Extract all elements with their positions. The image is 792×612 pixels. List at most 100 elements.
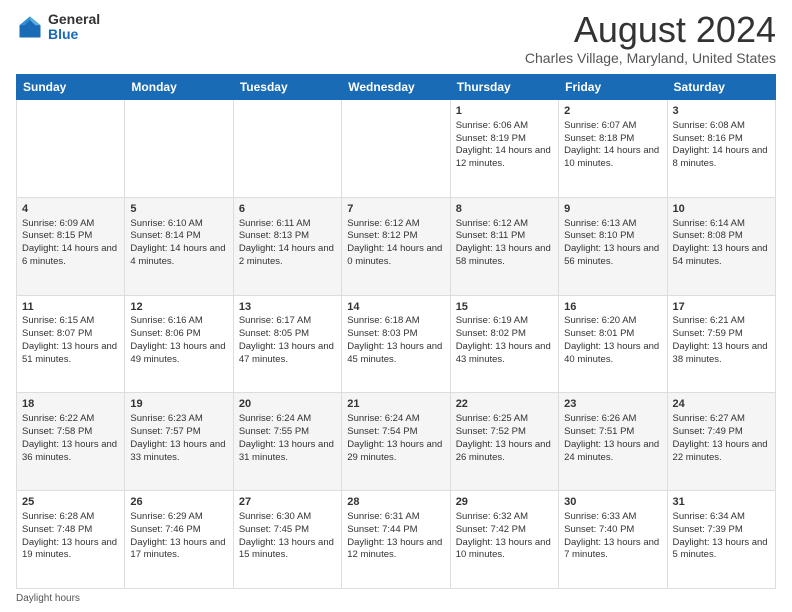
day-info: Sunset: 7:51 PM	[564, 426, 661, 439]
day-info: Daylight: 13 hours and 10 minutes.	[456, 537, 553, 563]
calendar-cell: 12Sunrise: 6:16 AMSunset: 8:06 PMDayligh…	[125, 295, 233, 393]
day-info: Sunrise: 6:18 AM	[347, 315, 444, 328]
day-info: Daylight: 13 hours and 56 minutes.	[564, 243, 661, 269]
footer-note: Daylight hours	[16, 593, 776, 604]
day-info: Daylight: 13 hours and 54 minutes.	[673, 243, 770, 269]
day-info: Sunset: 7:45 PM	[239, 524, 336, 537]
day-info: Sunset: 8:15 PM	[22, 230, 119, 243]
day-info: Sunset: 7:55 PM	[239, 426, 336, 439]
calendar-header-row: SundayMondayTuesdayWednesdayThursdayFrid…	[17, 75, 776, 100]
calendar-cell	[17, 100, 125, 198]
day-number: 1	[456, 104, 553, 119]
day-info: Daylight: 13 hours and 36 minutes.	[22, 439, 119, 465]
calendar-day-header: Thursday	[450, 75, 558, 100]
day-info: Sunrise: 6:32 AM	[456, 511, 553, 524]
day-info: Daylight: 13 hours and 26 minutes.	[456, 439, 553, 465]
day-info: Daylight: 14 hours and 8 minutes.	[673, 145, 770, 171]
calendar-cell: 14Sunrise: 6:18 AMSunset: 8:03 PMDayligh…	[342, 295, 450, 393]
day-info: Daylight: 13 hours and 29 minutes.	[347, 439, 444, 465]
calendar-cell: 3Sunrise: 6:08 AMSunset: 8:16 PMDaylight…	[667, 100, 775, 198]
day-number: 18	[22, 397, 119, 412]
day-info: Sunset: 8:19 PM	[456, 133, 553, 146]
day-info: Daylight: 13 hours and 38 minutes.	[673, 341, 770, 367]
day-number: 26	[130, 495, 227, 510]
day-info: Sunset: 7:59 PM	[673, 328, 770, 341]
calendar-cell: 5Sunrise: 6:10 AMSunset: 8:14 PMDaylight…	[125, 197, 233, 295]
calendar-cell: 23Sunrise: 6:26 AMSunset: 7:51 PMDayligh…	[559, 393, 667, 491]
calendar-cell: 18Sunrise: 6:22 AMSunset: 7:58 PMDayligh…	[17, 393, 125, 491]
day-info: Sunrise: 6:26 AM	[564, 413, 661, 426]
calendar-day-header: Friday	[559, 75, 667, 100]
day-info: Sunrise: 6:11 AM	[239, 218, 336, 231]
day-number: 4	[22, 202, 119, 217]
day-info: Sunrise: 6:30 AM	[239, 511, 336, 524]
day-info: Sunset: 8:01 PM	[564, 328, 661, 341]
day-number: 23	[564, 397, 661, 412]
day-info: Sunrise: 6:19 AM	[456, 315, 553, 328]
day-info: Daylight: 13 hours and 45 minutes.	[347, 341, 444, 367]
day-number: 14	[347, 300, 444, 315]
month-title: August 2024	[525, 12, 776, 48]
calendar-cell: 8Sunrise: 6:12 AMSunset: 8:11 PMDaylight…	[450, 197, 558, 295]
day-info: Daylight: 14 hours and 6 minutes.	[22, 243, 119, 269]
day-info: Sunrise: 6:06 AM	[456, 120, 553, 133]
day-number: 21	[347, 397, 444, 412]
day-info: Daylight: 13 hours and 22 minutes.	[673, 439, 770, 465]
calendar-week-row: 1Sunrise: 6:06 AMSunset: 8:19 PMDaylight…	[17, 100, 776, 198]
day-info: Daylight: 13 hours and 43 minutes.	[456, 341, 553, 367]
calendar-cell: 31Sunrise: 6:34 AMSunset: 7:39 PMDayligh…	[667, 491, 775, 589]
day-info: Sunset: 8:02 PM	[456, 328, 553, 341]
day-number: 5	[130, 202, 227, 217]
day-info: Daylight: 13 hours and 5 minutes.	[673, 537, 770, 563]
day-number: 17	[673, 300, 770, 315]
day-info: Daylight: 13 hours and 7 minutes.	[564, 537, 661, 563]
day-info: Sunset: 7:44 PM	[347, 524, 444, 537]
day-info: Daylight: 13 hours and 31 minutes.	[239, 439, 336, 465]
day-number: 12	[130, 300, 227, 315]
day-info: Sunrise: 6:09 AM	[22, 218, 119, 231]
day-number: 10	[673, 202, 770, 217]
day-info: Sunrise: 6:29 AM	[130, 511, 227, 524]
day-info: Sunrise: 6:12 AM	[347, 218, 444, 231]
calendar-cell	[342, 100, 450, 198]
day-info: Sunrise: 6:15 AM	[22, 315, 119, 328]
day-info: Sunset: 8:16 PM	[673, 133, 770, 146]
day-number: 2	[564, 104, 661, 119]
day-info: Sunrise: 6:24 AM	[239, 413, 336, 426]
day-info: Sunrise: 6:10 AM	[130, 218, 227, 231]
day-info: Daylight: 14 hours and 2 minutes.	[239, 243, 336, 269]
day-info: Sunset: 8:14 PM	[130, 230, 227, 243]
day-info: Sunset: 7:49 PM	[673, 426, 770, 439]
day-info: Sunrise: 6:20 AM	[564, 315, 661, 328]
day-info: Daylight: 13 hours and 47 minutes.	[239, 341, 336, 367]
calendar-table: SundayMondayTuesdayWednesdayThursdayFrid…	[16, 74, 776, 589]
day-number: 20	[239, 397, 336, 412]
header: General Blue August 2024 Charles Village…	[16, 12, 776, 66]
day-info: Sunrise: 6:33 AM	[564, 511, 661, 524]
day-number: 31	[673, 495, 770, 510]
day-info: Daylight: 13 hours and 49 minutes.	[130, 341, 227, 367]
day-info: Sunset: 8:12 PM	[347, 230, 444, 243]
title-area: August 2024 Charles Village, Maryland, U…	[525, 12, 776, 66]
day-info: Sunrise: 6:16 AM	[130, 315, 227, 328]
calendar-cell: 26Sunrise: 6:29 AMSunset: 7:46 PMDayligh…	[125, 491, 233, 589]
calendar-day-header: Monday	[125, 75, 233, 100]
day-info: Daylight: 13 hours and 24 minutes.	[564, 439, 661, 465]
calendar-week-row: 4Sunrise: 6:09 AMSunset: 8:15 PMDaylight…	[17, 197, 776, 295]
day-number: 9	[564, 202, 661, 217]
day-info: Sunrise: 6:13 AM	[564, 218, 661, 231]
day-info: Daylight: 14 hours and 12 minutes.	[456, 145, 553, 171]
day-info: Sunrise: 6:12 AM	[456, 218, 553, 231]
day-info: Sunrise: 6:31 AM	[347, 511, 444, 524]
day-info: Daylight: 13 hours and 15 minutes.	[239, 537, 336, 563]
calendar-cell: 21Sunrise: 6:24 AMSunset: 7:54 PMDayligh…	[342, 393, 450, 491]
calendar-cell: 24Sunrise: 6:27 AMSunset: 7:49 PMDayligh…	[667, 393, 775, 491]
calendar-week-row: 18Sunrise: 6:22 AMSunset: 7:58 PMDayligh…	[17, 393, 776, 491]
day-info: Sunset: 8:18 PM	[564, 133, 661, 146]
calendar-cell: 11Sunrise: 6:15 AMSunset: 8:07 PMDayligh…	[17, 295, 125, 393]
day-info: Daylight: 13 hours and 17 minutes.	[130, 537, 227, 563]
day-info: Daylight: 13 hours and 12 minutes.	[347, 537, 444, 563]
day-info: Daylight: 13 hours and 40 minutes.	[564, 341, 661, 367]
calendar-week-row: 11Sunrise: 6:15 AMSunset: 8:07 PMDayligh…	[17, 295, 776, 393]
calendar-day-header: Saturday	[667, 75, 775, 100]
